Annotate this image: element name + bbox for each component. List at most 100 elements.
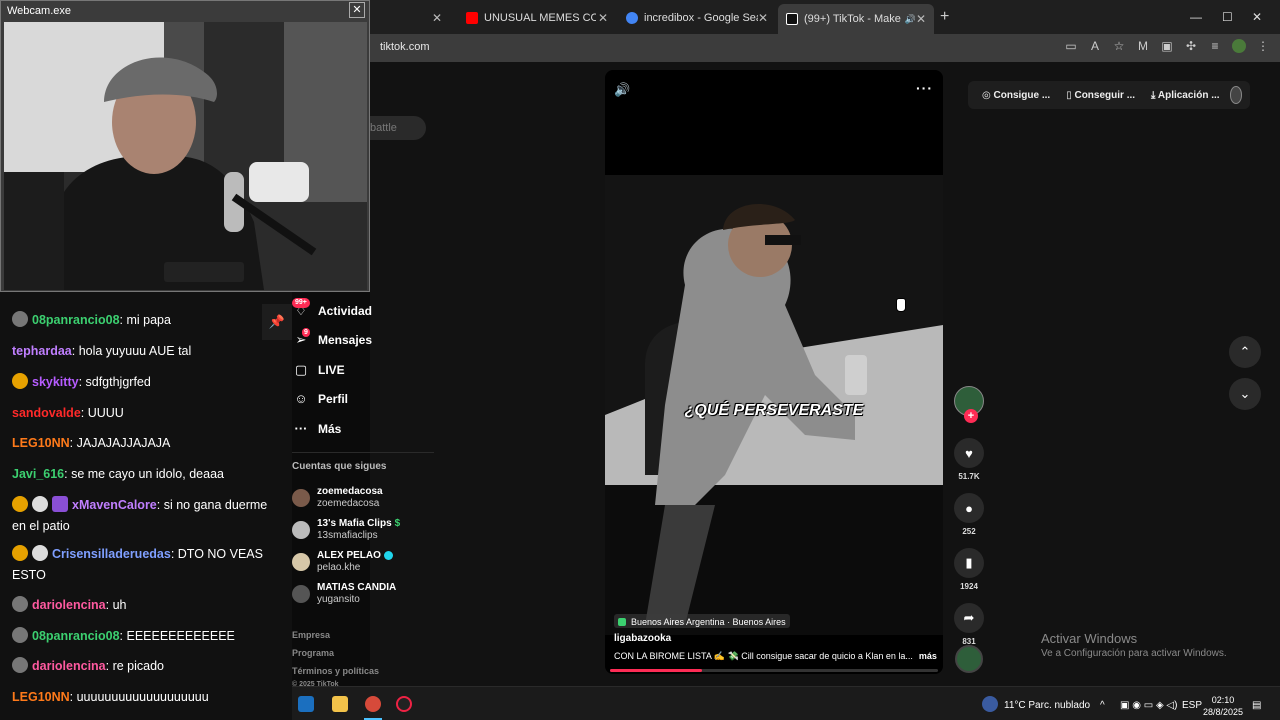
creator-avatar[interactable]: + [954,386,984,423]
chat-username[interactable]: LEG10NN [12,690,70,704]
sidebar-item-messages[interactable]: ➢ 9 Mensajes [292,326,434,356]
chat-message: Crisensilladeruedas: DTO NO VEAS ESTO [12,544,282,586]
follow-plus-icon[interactable]: + [964,409,978,423]
action-bar: + ♥ 51.7K ● 252 ▮ 1924 ➦ 831 [953,386,985,646]
minimize-button[interactable]: — [1190,10,1202,24]
obs-icon[interactable] [396,696,412,712]
chat-message: sandovalde: UUUU [12,403,282,424]
avatar [292,489,310,507]
clock-date: 28/8/2025 [1203,707,1244,717]
tab-tiktok[interactable]: (99+) TikTok - Make Your Da 🔊 ✕ [778,4,934,34]
activity-badge: 99+ [292,297,310,308]
get-app-button[interactable]: ▯ Conseguir ... [1060,90,1141,101]
taskbar-clock[interactable]: 02:10 28/8/2025 [1203,694,1243,718]
followed-account[interactable]: zoemedacosa zoemedacosa [292,482,434,514]
footer-link-program[interactable]: Programa [292,644,379,662]
window-close-button[interactable]: ✕ [1252,10,1262,24]
maximize-button[interactable]: ☐ [1222,10,1233,24]
chat-username[interactable]: sandovalde [12,406,81,420]
following-title: Cuentas que sigues [292,461,387,472]
account-name: zoemedacosa [317,486,383,497]
share-button[interactable]: ➦ 831 [953,603,985,646]
user-avatar[interactable] [1229,86,1242,104]
user-icon: ☺ [294,391,308,407]
sidebar-item-profile[interactable]: ☺ Perfil [292,385,434,415]
location-tag[interactable]: Buenos Aires Argentina · Buenos Aires [614,614,790,628]
followed-account[interactable]: ALEX PELAO pelao.khe [292,546,434,578]
profile-icon[interactable] [1232,39,1246,53]
coins-button[interactable]: ◎ Consigue ... [976,90,1056,101]
footer-link-company[interactable]: Empresa [292,626,379,644]
close-icon[interactable]: ✕ [758,11,768,25]
previous-video-button[interactable]: ⌃ [1229,336,1261,368]
video-progress[interactable] [610,669,938,672]
webcam-close-button[interactable]: ✕ [349,2,365,18]
tab-youtube[interactable]: UNUSUAL MEMES COMPILATIO ✕ [458,6,616,30]
chat-username[interactable]: dariolencina [32,598,106,612]
chat-username[interactable]: skykitty [32,375,79,389]
close-icon[interactable]: ✕ [432,11,442,25]
sidebar-item-activity[interactable]: ♢ 99+ Actividad [292,296,434,326]
chat-username[interactable]: 08panrancio08 [32,629,120,643]
language-indicator[interactable]: ESP [1182,700,1202,711]
speaker-icon[interactable]: 🔊 [905,14,916,25]
like-button[interactable]: ♥ 51.7K [953,438,985,481]
video-author[interactable]: ligabazooka [614,633,671,644]
comment-button[interactable]: ● 252 [953,493,985,536]
tab-close-previous[interactable]: ✕ [410,6,450,30]
music-disc-icon[interactable] [955,645,983,673]
more-options-icon[interactable]: ··· [916,80,933,96]
media-icon[interactable]: ≡ [1208,39,1222,53]
tray-icons[interactable]: ▣ ◉ ▭ ◈ ◁) [1120,700,1177,711]
volume-icon[interactable]: 🔊 [614,82,630,98]
more-link[interactable]: más [919,651,937,662]
extension-m-icon[interactable]: M [1136,39,1150,53]
tab-google[interactable]: incredibox - Google Search ✕ [618,6,776,30]
footer-link-terms[interactable]: Términos y políticas [292,662,379,680]
watermark-subtitle: Ve a Configuración para activar Windows. [1041,648,1227,659]
sidebar-item-more[interactable]: ··· Más [292,414,434,444]
sidebar-item-label: Perfil [318,392,349,407]
download-app-button[interactable]: ⤓ Aplicación ... [1145,90,1226,101]
video-player[interactable] [605,70,943,674]
new-tab-button[interactable]: + [940,8,949,26]
file-explorer-icon[interactable] [332,696,348,712]
star-icon[interactable]: ☆ [1112,39,1126,53]
translate-icon[interactable]: A [1088,39,1102,53]
next-video-button[interactable]: ⌄ [1229,378,1261,410]
url-text[interactable]: tiktok.com [380,41,430,53]
followed-account[interactable]: 13's Mafia Clips $13smafiaclips [292,514,434,546]
sidebar-item-live[interactable]: ▢ LIVE [292,355,434,385]
chat-username[interactable]: Javi_616 [12,467,64,481]
chat-badge-icon [12,311,28,327]
menu-icon[interactable]: ⋮ [1256,39,1270,53]
bookmark-icon: ▮ [954,548,984,578]
followed-account[interactable]: MATIAS CANDIA yugansito [292,578,434,610]
heart-icon: ♥ [954,438,984,468]
cast-icon[interactable]: ▭ [1064,39,1078,53]
chat-username[interactable]: dariolencina [32,659,106,673]
chat-username[interactable]: 08panrancio08 [32,313,120,327]
close-icon[interactable]: ✕ [598,11,608,25]
browser-tabbar: ✕ UNUSUAL MEMES COMPILATIO ✕ incredibox … [370,0,1280,34]
extension-translate-icon[interactable]: ▣ [1160,39,1174,53]
address-bar[interactable]: tiktok.com ▭ A ☆ M ▣ ✣ ≡ ⋮ [370,34,1280,62]
notification-icon[interactable]: ▤ [1252,700,1261,711]
chrome-icon[interactable] [365,696,381,712]
chat-message: dariolencina: uh [12,595,282,616]
footer-links: Empresa Programa Términos y políticas © … [292,626,379,690]
chat-username[interactable]: xMavenCalore [72,498,157,512]
chat-username[interactable]: tephardaa [12,344,72,358]
chat-username[interactable]: LEG10NN [12,436,70,450]
chat-username[interactable]: Crisensilladeruedas [52,547,171,561]
pin-icon[interactable]: 📌 [262,304,292,340]
weather-text[interactable]: 11°C Parc. nublado [1004,700,1090,711]
messages-badge: 9 [302,328,310,338]
steam-icon[interactable] [298,696,314,712]
tray-chevron-icon[interactable]: ^ [1100,700,1105,711]
video-description: CON LA BIROME LISTA ✍️ 💸 Cill consigue s… [614,651,938,662]
bookmark-button[interactable]: ▮ 1924 [953,548,985,591]
close-icon[interactable]: ✕ [916,12,926,26]
weather-icon[interactable] [982,696,998,712]
puzzle-icon[interactable]: ✣ [1184,39,1198,53]
